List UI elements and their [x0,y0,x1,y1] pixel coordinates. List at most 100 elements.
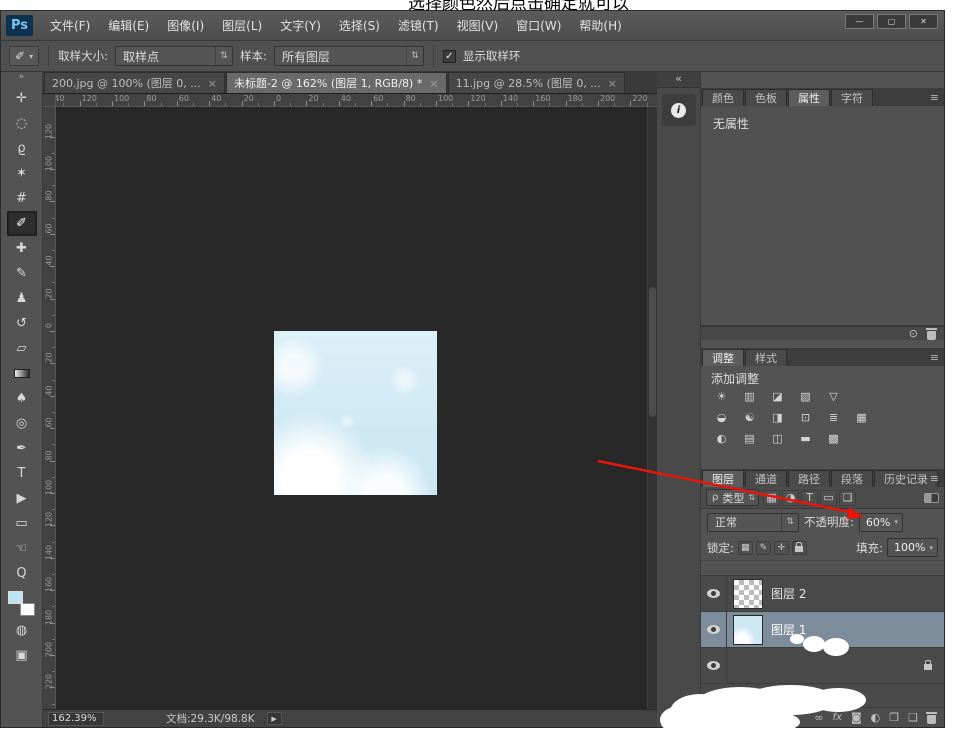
window-minimize-button[interactable]: — [845,14,874,29]
zoom-tool[interactable]: Q [7,561,37,586]
menu-select[interactable]: 选择(S) [330,11,389,40]
zoom-level-field[interactable]: 162.39% [48,712,104,726]
visibility-toggle[interactable] [701,648,727,683]
path-selection-tool[interactable]: ▶ [7,486,37,511]
properties-tab-color[interactable]: 颜色 [702,89,744,106]
pen-tool[interactable]: ✒ [7,436,37,461]
move-tool[interactable]: ✛ [7,86,37,111]
adjustment-invert-icon[interactable]: ◐ [709,430,734,447]
document-tab-3[interactable]: 11.jpg @ 28.5% (图层 0, ...× [448,72,625,93]
layers-tab-paragraph[interactable]: 段落 [831,470,873,487]
document-image[interactable] [274,331,437,495]
adjustment-posterize-icon[interactable]: ▤ [737,430,762,447]
adjustment-brightness-contrast-icon[interactable]: ☀ [709,388,734,405]
adjustment-vibrance-icon[interactable]: ▽ [821,388,846,405]
adjustment-hue-saturation-icon[interactable]: ◒ [709,409,734,426]
menu-image[interactable]: 图像(I) [158,11,213,40]
adjustment-curves-icon[interactable]: ◪ [765,388,790,405]
visibility-toggle[interactable] [701,576,727,611]
expand-panels-button[interactable]: « [657,72,700,88]
filter-smart-objects-icon[interactable]: ❏ [839,490,856,506]
vertical-scrollbar[interactable] [647,107,657,709]
marquee-tool[interactable]: ◌ [7,111,37,136]
document-tab-2[interactable]: 未标题-2 @ 162% (图层 1, RGB/8) *× [226,72,447,93]
clone-stamp-tool[interactable]: ♟ [7,286,37,311]
brush-tool[interactable]: ✎ [7,261,37,286]
lasso-tool[interactable]: ϱ [7,136,37,161]
adjustment-selective-color-icon[interactable]: ▩ [821,430,846,447]
lock-paint-button[interactable]: ✎ [756,541,771,555]
group-button[interactable]: ❐ [889,712,899,723]
opacity-field[interactable]: 60% ▾ [859,513,903,532]
crop-tool[interactable]: # [7,186,37,211]
delete-properties-button[interactable] [927,331,936,340]
menu-edit[interactable]: 编辑(E) [99,11,158,40]
screen-mode-button[interactable]: ▣ [7,643,37,668]
adjustments-tab-adjustments[interactable]: 调整 [702,349,744,366]
scrollbar-thumb[interactable] [649,287,656,417]
adjustment-levels-icon[interactable]: ▥ [737,388,762,405]
adjustment-black-white-icon[interactable]: ◨ [765,409,790,426]
layers-tab-channels[interactable]: 通道 [745,470,787,487]
foreground-color-swatch[interactable] [8,591,23,604]
link-button[interactable]: ∞ [814,712,823,723]
fx-button[interactable]: fx [833,713,842,723]
adjustment-color-lookup-icon[interactable]: ▦ [849,409,874,426]
sample-size-select[interactable]: 取样点 ⇅ [115,46,233,66]
blur-tool[interactable]: ♠ [7,386,37,411]
layers-tab-history[interactable]: 历史记录 [874,470,938,487]
type-tool[interactable]: T [7,461,37,486]
history-brush-tool[interactable]: ↺ [7,311,37,336]
visibility-toggle[interactable] [701,612,727,647]
menu-filter[interactable]: 滤镜(T) [389,11,448,40]
healing-brush-tool[interactable]: ✚ [7,236,37,261]
tool-preset-picker[interactable]: ✐ ▾ [9,46,39,66]
blend-mode-select[interactable]: 正常 ⇅ [707,513,799,532]
menu-type[interactable]: 文字(Y) [271,11,330,40]
close-tab-icon[interactable]: × [608,77,617,90]
adjustment-gradient-map-icon[interactable]: ▬ [793,430,818,447]
adjustment-exposure-icon[interactable]: ▧ [793,388,818,405]
properties-tab-properties[interactable]: 属性 [788,89,830,106]
panel-menu-icon[interactable]: ≡ [930,351,939,364]
adjustment-button[interactable]: ◐ [871,712,881,723]
new-layer-button[interactable]: ❏ [908,712,918,723]
info-panel-button[interactable]: i [662,94,696,126]
layer-thumbnail[interactable] [733,579,763,609]
lock-transparency-button[interactable]: ▦ [738,541,753,555]
eraser-tool[interactable]: ▱ [7,336,37,361]
close-tab-icon[interactable]: × [429,77,438,90]
fill-field[interactable]: 100% ▾ [887,538,938,557]
lock-all-button[interactable] [792,541,807,555]
menu-help[interactable]: 帮助(H) [570,11,630,40]
quick-selection-tool[interactable]: ✶ [7,161,37,186]
layer-filter-toggle[interactable] [924,493,939,503]
adjustment-color-balance-icon[interactable]: ☯ [737,409,762,426]
gradient-tool[interactable] [7,361,37,386]
filter-pixel-layers-icon[interactable]: ▦ [763,490,780,506]
document-tab-1[interactable]: 200.jpg @ 100% (图层 0, ...× [44,72,225,93]
clip-icon[interactable]: ⊙ [909,328,918,339]
adjustment-photo-filter-icon[interactable]: ⊡ [793,409,818,426]
background-color-swatch[interactable] [20,603,35,616]
show-ring-checkbox[interactable]: ✓ [443,50,456,63]
mask-button[interactable]: ◙ [851,712,862,723]
layer-row-1[interactable]: 图层 2 [701,576,944,612]
menu-file[interactable]: 文件(F) [41,11,99,40]
window-maximize-button[interactable]: ▢ [877,14,906,29]
panel-menu-icon[interactable]: ≡ [930,472,939,485]
adjustment-threshold-icon[interactable]: ◫ [765,430,790,447]
layer-row-2[interactable]: 图层 1 [701,612,944,648]
menu-layer[interactable]: 图层(L) [213,11,271,40]
layer-filter-type-select[interactable]: ρ 类型 ⇅ [706,489,759,506]
filter-adjustment-layers-icon[interactable]: ◑ [782,490,799,506]
layer-thumbnail[interactable] [733,615,763,645]
panel-menu-icon[interactable]: ≡ [930,91,939,104]
layers-tab-paths[interactable]: 路径 [788,470,830,487]
eyedropper-tool[interactable]: ✐ [7,211,37,236]
status-options-arrow[interactable]: ▶ [267,712,282,725]
color-swatches[interactable] [8,591,35,616]
filter-type-layers-icon[interactable]: T [801,490,818,506]
delete-layer-button[interactable] [927,715,936,724]
layer-row-3[interactable] [701,648,944,684]
